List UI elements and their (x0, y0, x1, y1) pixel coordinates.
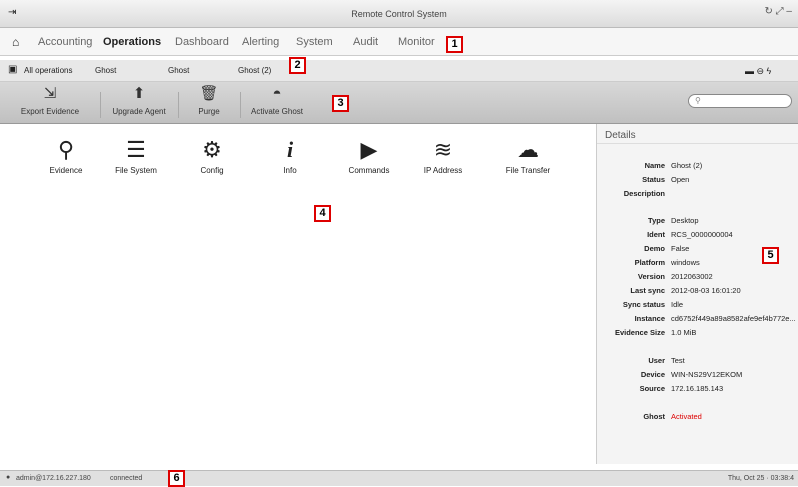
export-evidence-button[interactable]: ⇲ Export Evidence (0, 84, 100, 116)
menu-operations[interactable]: Operations (103, 36, 161, 48)
detail-key: Name (644, 161, 665, 170)
detail-key: Device (640, 370, 665, 379)
toolbar: ⇲ Export Evidence ⬆ Upgrade Agent 🗑 Purge ◓… (0, 82, 798, 124)
export-icon: ⇲ (43, 85, 57, 102)
status-bar: ● admin@172.16.227.180 connected Thu, Oc… (0, 470, 798, 486)
activate-ghost-button[interactable]: ◓ Activate Ghost (242, 84, 312, 116)
menu-accounting[interactable]: Accounting (38, 36, 92, 48)
detail-value: RCS_0000000004 (671, 230, 733, 239)
detail-key: Type (648, 216, 665, 225)
trash-icon: 🗑 (199, 85, 219, 102)
breadcrumb: ▣ All operations Ghost Ghost Ghost (2) ▬… (0, 60, 798, 82)
menu-audit[interactable]: Audit (353, 36, 378, 48)
search-input[interactable]: ⚲ (688, 94, 792, 108)
gears-icon: ⚙ (202, 137, 222, 162)
detail-key: Status (642, 175, 665, 184)
detail-value: 172.16.185.143 (671, 384, 724, 393)
title-bar: ⇥ Remote Control System ↻ ⤢ – (0, 0, 798, 28)
detail-key: Ghost (643, 412, 665, 421)
purge-button[interactable]: 🗑 Purge (180, 84, 238, 116)
crumb-op[interactable]: Ghost (95, 66, 116, 75)
details-panel: Details Name Ghost (2) Status Open Descripti… (596, 124, 798, 464)
magnifier-icon: ⚲ (57, 137, 75, 162)
detail-key: Demo (644, 244, 665, 253)
separator (100, 92, 101, 118)
detail-value: Desktop (671, 216, 699, 225)
upgrade-icon: ⬆ (132, 85, 146, 102)
detail-value: Test (671, 356, 685, 365)
detail-value: Open (671, 175, 690, 184)
detail-value: Ghost (2) (671, 161, 703, 170)
filesystem-module[interactable]: ☰ File System (96, 136, 176, 175)
user-icon: ● (6, 474, 11, 481)
detail-key: Version (637, 272, 665, 281)
menu-dashboard[interactable]: Dashboard (175, 36, 229, 48)
crumb-right-icons[interactable]: ▬ ⊖ ϟ (745, 66, 771, 77)
callout-1: 1 (446, 36, 463, 53)
callout-5: 5 (762, 247, 779, 264)
detail-value: 1.0 MiB (671, 328, 697, 337)
commands-module[interactable]: ▶ Commands (329, 136, 409, 175)
window-controls-icon[interactable]: ↻ ⤢ – (765, 6, 793, 17)
ghost-icon: ◓ (272, 85, 282, 102)
status-time: Thu, Oct 25 · 03:38:4 (727, 475, 794, 482)
callout-2: 2 (289, 57, 306, 74)
detail-key: Sync status (622, 300, 665, 309)
tree-icon: ☰ (126, 137, 146, 162)
crumb-icon: ▣ (8, 64, 18, 75)
detail-key: Last sync (630, 286, 665, 295)
detail-key: Platform (634, 258, 665, 267)
callout-3: 3 (332, 95, 349, 112)
detail-key: Source (639, 384, 665, 393)
detail-value: WIN-NS29V12EKOM (671, 370, 743, 379)
crumb-agent[interactable]: Ghost (2) (238, 66, 271, 75)
home-icon[interactable]: ⌂ (12, 35, 19, 49)
wifi-icon: ≋ (433, 137, 453, 162)
status-user: admin@172.16.227.180 (16, 475, 91, 482)
info-module[interactable]: i Info (250, 136, 330, 175)
separator (240, 92, 241, 118)
main-menu: ⌂ Accounting Operations Dashboard Alerti… (0, 28, 798, 56)
callout-4: 4 (314, 205, 331, 222)
detail-value: cd6752f449a89a8582afe9ef4b772e... (671, 314, 796, 323)
detail-value: 2012063002 (671, 272, 713, 281)
ipaddress-module[interactable]: ≋ IP Address (403, 136, 483, 175)
detail-key: Ident (647, 230, 665, 239)
crumb-all[interactable]: All operations (24, 66, 72, 75)
window-title: Remote Control System (351, 9, 447, 19)
detail-key: User (648, 356, 665, 365)
menu-monitor[interactable]: Monitor (398, 36, 435, 48)
detail-value: Idle (671, 300, 684, 309)
module-panel: ⚲ Evidence ☰ File System ⚙ Config i Info ▶ Co… (0, 124, 596, 464)
details-header: Details (597, 124, 798, 144)
callout-6: 6 (168, 470, 185, 487)
menu-alerting[interactable]: Alerting (242, 36, 279, 48)
filetransfer-module[interactable]: ☁ File Transfer (488, 136, 568, 175)
evidence-module[interactable]: ⚲ Evidence (26, 136, 106, 175)
config-module[interactable]: ⚙ Config (172, 136, 252, 175)
play-icon: ▶ (360, 137, 378, 162)
detail-value: Activated (671, 412, 702, 421)
cloud-icon: ☁ (517, 137, 539, 162)
status-conn: connected (110, 475, 143, 482)
detail-key: Evidence Size (614, 328, 665, 337)
detail-key: Description (623, 189, 665, 198)
info-icon: i (286, 137, 294, 162)
detail-key: Instance (634, 314, 665, 323)
crumb-target[interactable]: Ghost (168, 66, 189, 75)
upgrade-agent-button[interactable]: ⬆ Upgrade Agent (104, 84, 174, 116)
detail-value: 2012-08-03 16:01:20 (671, 286, 741, 295)
separator (178, 92, 179, 118)
menu-system[interactable]: System (296, 36, 333, 48)
